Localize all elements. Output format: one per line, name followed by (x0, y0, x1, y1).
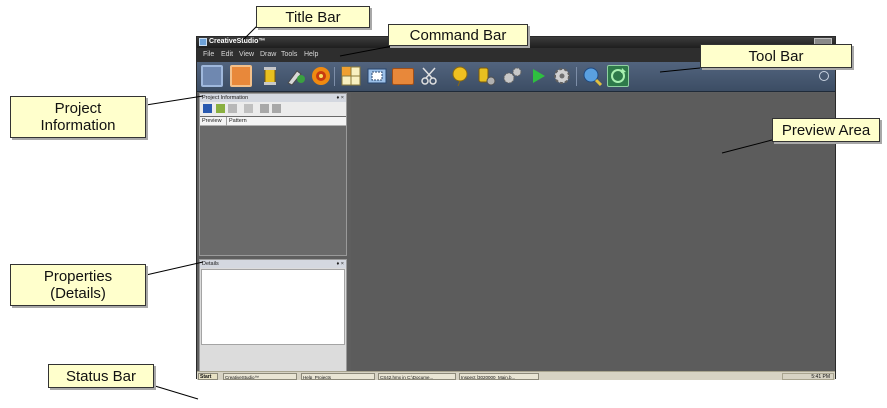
draw-tool-icon[interactable] (285, 65, 307, 87)
taskbar-item[interactable]: CS42.hmx in C:\Docume... (378, 373, 456, 380)
panel-header: Details ♦ × (200, 260, 346, 268)
app-window: CreativeStudio™ File Edit View Draw Tool… (196, 36, 836, 380)
clock: 5:41 PM (811, 374, 830, 380)
project-columns-header: Preview Pattern (200, 117, 346, 126)
callout-preview-area: Preview Area (772, 118, 880, 142)
start-button[interactable]: Start (198, 373, 218, 380)
toolbar-separator (576, 67, 577, 86)
leader-properties (145, 261, 204, 276)
callout-tool-bar: Tool Bar (700, 44, 852, 68)
settings-gear-icon[interactable] (551, 65, 573, 87)
save-icon[interactable] (203, 104, 212, 113)
orange-block-icon[interactable] (392, 68, 414, 85)
panel-title: Project Information (202, 95, 249, 101)
app-logo-icon (199, 38, 207, 46)
details-panel: Details ♦ × (199, 259, 347, 377)
globe-search-icon[interactable] (581, 65, 603, 87)
copy-icon[interactable] (244, 104, 253, 113)
column-preview[interactable]: Preview (202, 118, 222, 125)
menu-edit[interactable]: Edit (221, 51, 233, 58)
play-icon[interactable] (527, 65, 549, 87)
add-icon[interactable] (216, 104, 225, 113)
taskbar-item[interactable]: Help_Projects (301, 373, 375, 380)
details-content (201, 269, 345, 345)
color-grid-icon[interactable] (340, 65, 362, 87)
callout-properties: Properties (Details) (10, 264, 146, 306)
system-tray: 5:41 PM (782, 373, 834, 380)
menu-tools[interactable]: Tools (281, 51, 297, 58)
panel-controls[interactable]: ♦ × (336, 260, 344, 268)
panel-title: Details (202, 261, 219, 267)
target-circle-icon[interactable] (310, 65, 332, 87)
thread-spool-icon[interactable] (259, 65, 281, 87)
menu-file[interactable]: File (203, 51, 214, 58)
print-preview-icon[interactable] (272, 104, 281, 113)
print-icon[interactable] (260, 104, 269, 113)
taskbar-item[interactable]: CreativeStudio™ (223, 373, 297, 380)
callout-status-bar: Status Bar (48, 364, 154, 388)
leader-project-information (145, 95, 204, 106)
status-bar: Start CreativeStudio™ Help_Projects CS42… (197, 371, 835, 380)
select-rectangle-icon[interactable] (201, 65, 223, 87)
frame-icon[interactable] (366, 65, 388, 87)
project-toolbar (200, 102, 346, 116)
scissors-icon[interactable] (419, 65, 441, 87)
menu-draw[interactable]: Draw (260, 51, 276, 58)
thread-tools-icon[interactable] (475, 65, 497, 87)
leader-status-bar (154, 385, 199, 400)
document-icon[interactable] (228, 104, 237, 113)
callout-command-bar: Command Bar (388, 24, 528, 46)
refresh-icon[interactable] (607, 65, 629, 87)
taskbar-item[interactable]: Inspect [3020000_Main.b... (459, 373, 539, 380)
project-information-panel: Project Information ♦ × Preview Pattern (199, 93, 347, 256)
panel-header: Project Information ♦ × (200, 94, 346, 102)
callout-project-information: Project Information (10, 96, 146, 138)
fill-rectangle-icon[interactable] (230, 65, 252, 87)
column-divider (226, 117, 227, 126)
help-icon[interactable] (819, 71, 829, 81)
toolbar-separator (334, 67, 335, 86)
panel-controls[interactable]: ♦ × (336, 94, 344, 102)
column-pattern[interactable]: Pattern (229, 118, 247, 125)
gear-group-icon[interactable] (501, 65, 523, 87)
window-title: CreativeStudio™ (209, 38, 266, 45)
balloon-icon[interactable] (449, 65, 471, 87)
menu-help[interactable]: Help (304, 51, 318, 58)
menu-view[interactable]: View (239, 51, 254, 58)
preview-area[interactable] (351, 93, 835, 371)
callout-title-bar: Title Bar (256, 6, 370, 28)
